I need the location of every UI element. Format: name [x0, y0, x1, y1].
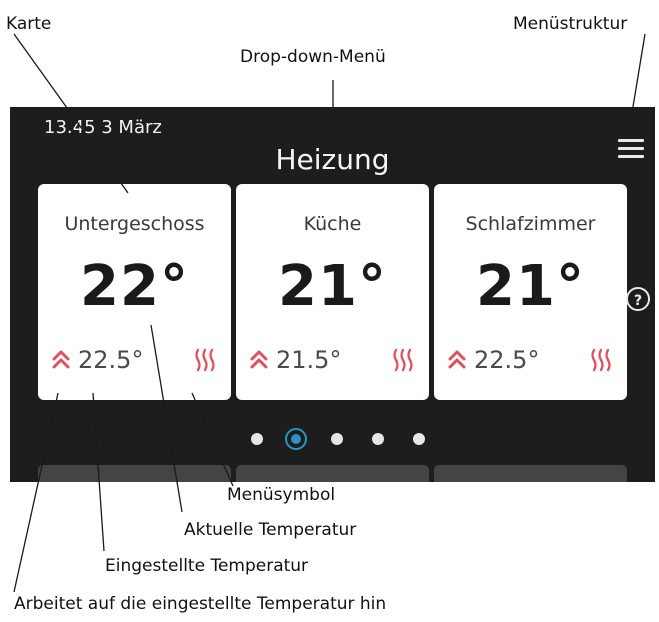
leader-aktuelle-temperatur: [150, 324, 183, 513]
leader-menustruktur: [628, 33, 646, 132]
leader-eingestellte-temperatur: [92, 392, 105, 552]
leader-karte: [13, 33, 129, 194]
annotation-leader-lines: [13, 33, 646, 593]
leader-menusymbol: [191, 392, 234, 487]
leader-arbeitet-hin: [13, 392, 59, 593]
